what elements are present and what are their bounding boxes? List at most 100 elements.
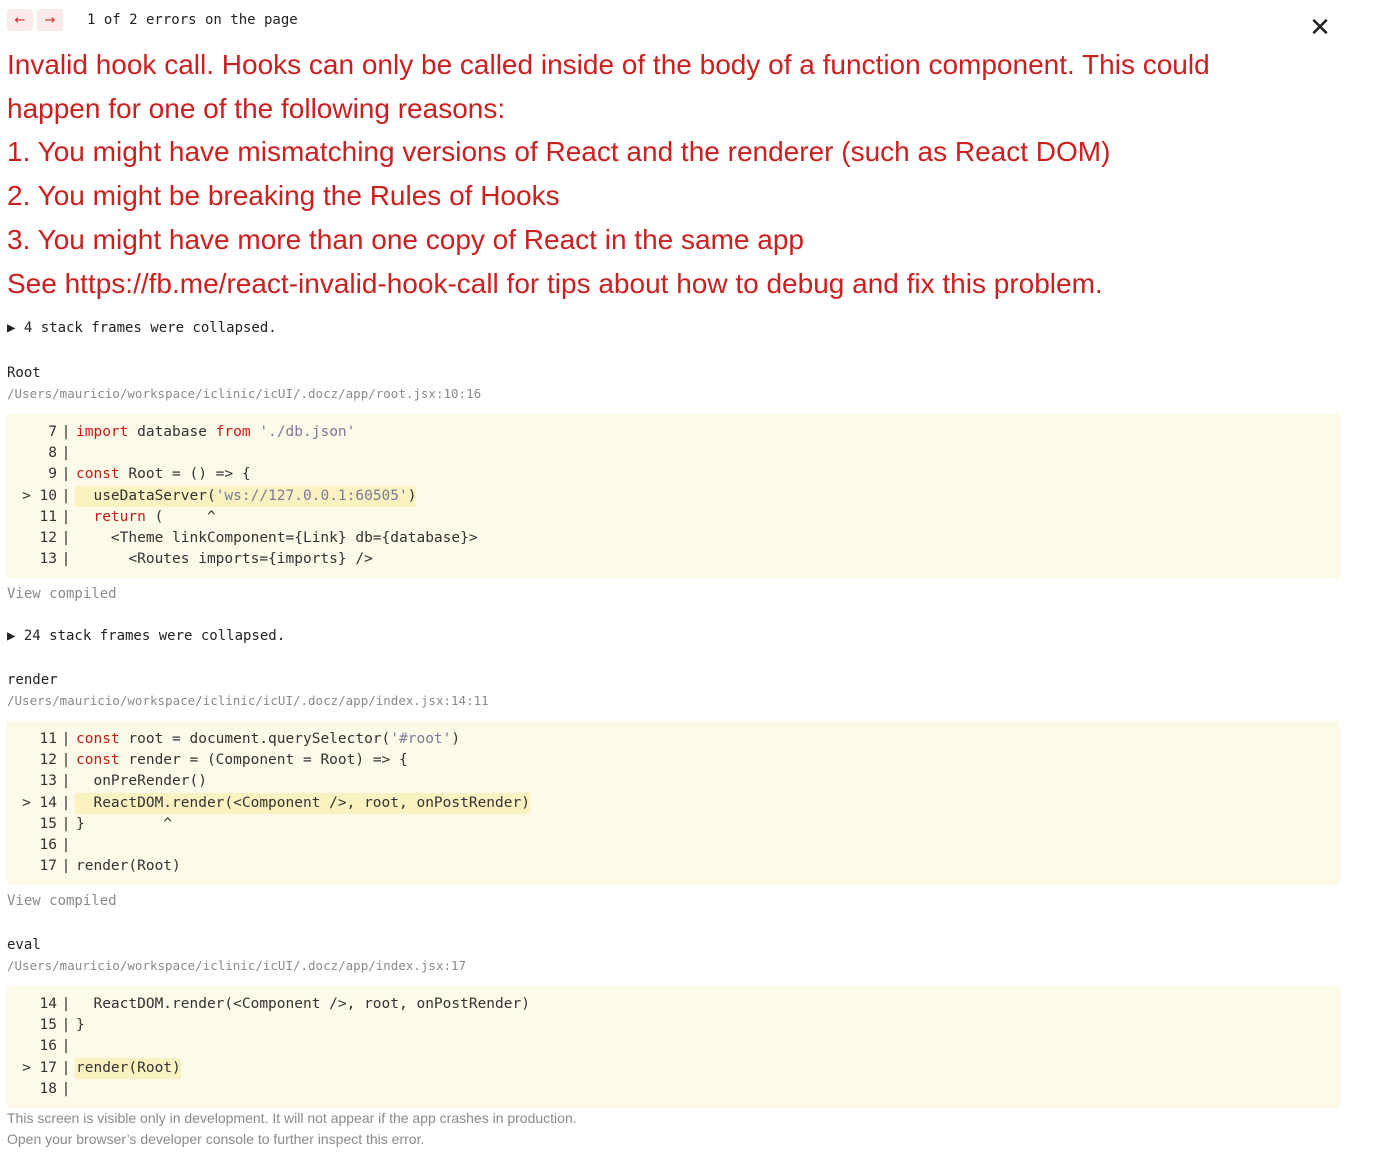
view-compiled-link[interactable]: View compiled (7, 586, 117, 602)
gutter-separator: | (61, 445, 71, 462)
close-icon[interactable]: ✕ (1308, 14, 1332, 42)
code-text: import database from './db.json' (76, 424, 356, 440)
code-text: return ( ^ (93, 508, 216, 525)
line-number: 14 (22, 996, 57, 1012)
highlighted-code-line: > 10 | useDataServer('ws://127.0.0.1:6050… (7, 485, 1340, 507)
line-number: 17 (22, 858, 57, 875)
code-text: render(Root) (76, 858, 181, 875)
gutter-separator: | (57, 1057, 75, 1079)
line-number: > 17 (7, 1057, 57, 1079)
dev-footer: This screen is visible only in developme… (7, 1108, 577, 1150)
footer-line-2: Open your browser’s developer console to… (7, 1131, 425, 1147)
next-error-button[interactable]: → (37, 9, 63, 31)
line-number: 18 (22, 1080, 57, 1097)
code-text: useDataServer('ws://127.0.0.1:60505') (75, 485, 417, 507)
code-line: 7 | import database from './db.json' (7, 422, 1340, 443)
code-line: 18 | (7, 1079, 1340, 1100)
error-title: Invalid hook call. Hooks can only be cal… (7, 49, 1210, 124)
line-number: 12 (22, 529, 57, 546)
code-line: 14 | ReactDOM.render(<Component />, root,… (7, 994, 1340, 1015)
gutter-separator: | (61, 1080, 71, 1097)
gutter-separator: | (61, 424, 71, 440)
gutter-separator: | (61, 551, 71, 568)
gutter-separator: | (61, 815, 71, 832)
gutter-separator: | (61, 529, 71, 546)
gutter-separator: | (61, 731, 71, 747)
code-line: 8 | (7, 443, 1340, 464)
footer-line-1: This screen is visible only in developme… (7, 1110, 577, 1126)
code-text: } ^ (76, 815, 173, 832)
view-compiled-link[interactable]: View compiled (7, 893, 117, 909)
line-number: 13 (22, 773, 57, 790)
code-line: 11 | return ( ^ (7, 507, 1340, 528)
line-number: > 10 (7, 485, 57, 507)
line-number: 16 (22, 836, 57, 853)
line-number: 11 (22, 731, 57, 747)
line-number: 11 (22, 508, 57, 525)
stack-frame-path[interactable]: /Users/mauricio/workspace/iclinic/icUI/.… (7, 693, 489, 708)
code-line: 16 | (7, 1036, 1340, 1057)
error-message: Invalid hook call. Hooks can only be cal… (7, 43, 1297, 305)
error-navigation: ← → 1 of 2 errors on the page (7, 8, 298, 32)
code-text: render(Root) (75, 1057, 181, 1079)
line-number: 8 (22, 445, 57, 462)
reason-2: 2. You might be breaking the Rules of Ho… (7, 180, 560, 212)
reason-1: 1. You might have mismatching versions o… (7, 136, 1111, 168)
code-line: 15 | } ^ (7, 814, 1340, 835)
gutter-separator: | (61, 773, 71, 790)
line-number: 9 (22, 466, 57, 483)
gutter-separator: | (61, 466, 71, 483)
stack-frame-name: Root (7, 365, 41, 381)
gutter-separator: | (61, 508, 71, 525)
gutter-separator: | (61, 836, 71, 853)
code-line: 12 | const render = (Component = Root) => … (7, 750, 1340, 771)
line-number: 13 (22, 551, 57, 568)
stack-frame-path[interactable]: /Users/mauricio/workspace/iclinic/icUI/.… (7, 958, 466, 973)
gutter-separator: | (61, 858, 71, 875)
gutter-separator: | (61, 1038, 71, 1055)
line-number: 7 (22, 424, 57, 440)
code-text: const Root = () => { (76, 466, 251, 483)
highlighted-code-line: > 14 | ReactDOM.render(<Component />, roo… (7, 792, 1340, 814)
line-number: > 14 (7, 792, 57, 814)
code-line: 9 | const Root = () => { (7, 464, 1340, 485)
code-snippet: 7 | import database from './db.json' 8 | 9 |… (7, 414, 1340, 579)
error-count: 1 of 2 errors on the page (87, 12, 298, 28)
code-line: 12 | <Theme linkComponent={Link} db={data… (7, 528, 1340, 549)
gutter-separator: | (57, 485, 75, 507)
gutter-separator: | (61, 752, 71, 769)
line-number: 15 (22, 815, 57, 832)
collapsed-frames-toggle[interactable]: ▶ 24 stack frames were collapsed. (7, 628, 285, 644)
collapsed-frames-toggle[interactable]: ▶ 4 stack frames were collapsed. (7, 320, 277, 336)
stack-frame-name: render (7, 672, 58, 688)
code-text: const render = (Component = Root) => { (76, 752, 408, 769)
reason-3: 3. You might have more than one copy of … (7, 223, 804, 255)
code-text: ReactDOM.render(<Component />, root, onP… (75, 792, 530, 814)
line-number: 15 (22, 1017, 57, 1034)
stack-frame-path[interactable]: /Users/mauricio/workspace/iclinic/icUI/.… (7, 386, 481, 401)
code-line: 11 | const root = document.querySelector('… (7, 729, 1340, 750)
gutter-separator: | (57, 792, 75, 814)
code-line: 15 |} (7, 1015, 1340, 1036)
code-line: 13 | <Routes imports={imports} /> (7, 549, 1340, 570)
code-line: 16 | (7, 835, 1340, 856)
code-text: onPreRender() (76, 773, 207, 790)
gutter-separator: | (61, 996, 71, 1012)
highlighted-code-line: > 17 | render(Root) (7, 1057, 1340, 1079)
previous-error-button[interactable]: ← (7, 9, 33, 31)
code-text: <Routes imports={imports} /> (76, 551, 373, 568)
code-text: } (76, 1017, 85, 1034)
code-text: ReactDOM.render(<Component />, root, onP… (76, 996, 530, 1012)
code-text: const root = document.querySelector('#ro… (76, 731, 461, 747)
code-line: 13 | onPreRender() (7, 771, 1340, 792)
line-number: 12 (22, 752, 57, 769)
code-text: <Theme linkComponent={Link} db={database… (76, 529, 478, 546)
see-more-link-text: See https://fb.me/react-invalid-hook-cal… (7, 267, 1103, 299)
code-line: 17 | render(Root) (7, 856, 1340, 877)
code-snippet: 11 | const root = document.querySelector('… (7, 721, 1340, 886)
line-number: 16 (22, 1038, 57, 1055)
